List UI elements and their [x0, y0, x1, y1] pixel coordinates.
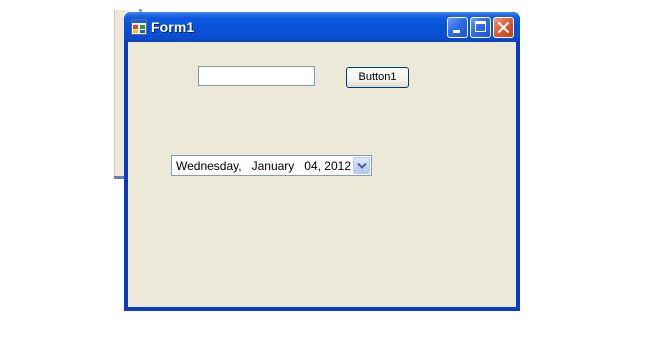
maximize-icon	[475, 21, 486, 32]
minimize-icon	[453, 30, 460, 33]
form-app-icon[interactable]	[131, 19, 147, 35]
desktop: Form1 Button1 Wednesday, January 04, 201…	[0, 0, 670, 339]
form-client-area: Button1 Wednesday, January 04, 2012	[128, 42, 516, 307]
minimize-button[interactable]	[447, 17, 468, 38]
button1[interactable]: Button1	[346, 67, 409, 88]
close-button[interactable]	[493, 17, 514, 38]
maximize-button[interactable]	[470, 17, 491, 38]
date-time-picker[interactable]: Wednesday, January 04, 2012	[171, 155, 372, 176]
window-title: Form1	[151, 19, 195, 35]
chevron-down-icon	[357, 162, 367, 169]
text-input[interactable]	[198, 66, 315, 86]
date-value: Wednesday, January 04, 2012	[176, 159, 352, 173]
date-dropdown-button[interactable]	[353, 157, 370, 174]
title-bar[interactable]: Form1	[124, 12, 520, 42]
close-icon	[497, 21, 510, 39]
form-window: Form1 Button1 Wednesday, January 04, 201…	[124, 12, 520, 311]
